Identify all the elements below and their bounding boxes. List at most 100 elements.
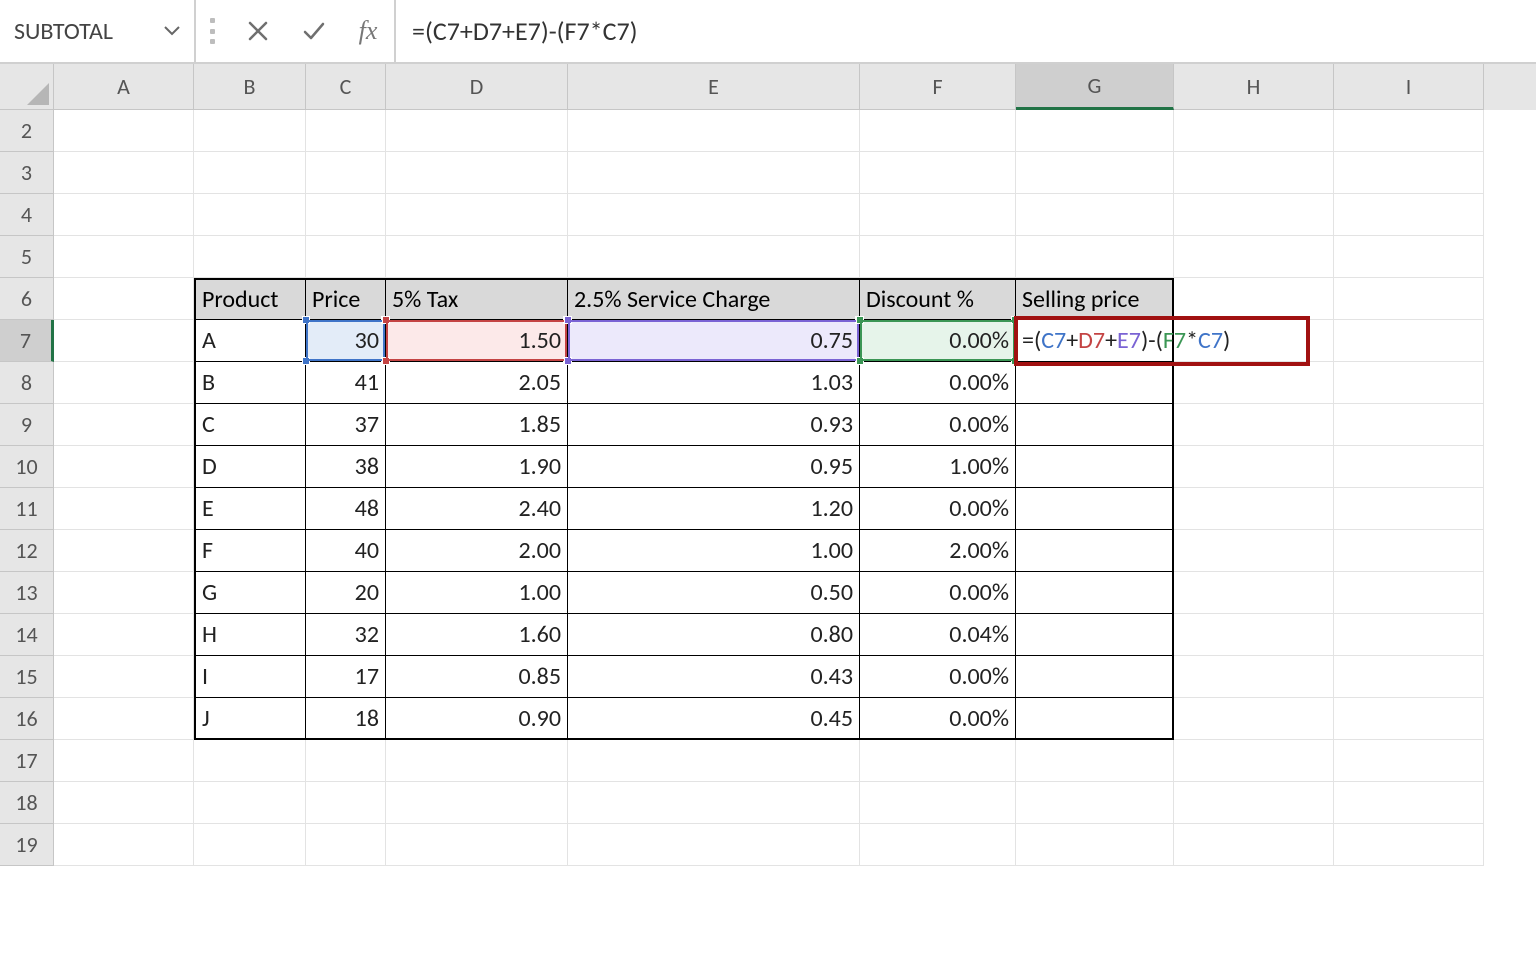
cell[interactable] — [1174, 656, 1334, 698]
cell[interactable] — [1174, 572, 1334, 614]
table-row[interactable]: 0.04% — [860, 614, 1016, 656]
cell-D7[interactable]: 1.50 — [386, 320, 568, 362]
cell-G7-editing[interactable]: =(C7+D7+E7)-(F7*C7) — [1016, 320, 1174, 362]
table-row[interactable]: 38 — [306, 446, 386, 488]
row-header-13[interactable]: 13 — [0, 572, 54, 614]
table-row[interactable]: 0.90 — [386, 698, 568, 740]
table-row[interactable]: 0.00% — [860, 656, 1016, 698]
table-row[interactable]: 2.00% — [860, 530, 1016, 572]
table-row[interactable]: J — [194, 698, 306, 740]
cell[interactable] — [1016, 740, 1174, 782]
table-row[interactable]: E — [194, 488, 306, 530]
cell[interactable] — [1334, 446, 1484, 488]
table-row[interactable]: 1.20 — [568, 488, 860, 530]
cell[interactable] — [306, 236, 386, 278]
cell[interactable] — [1174, 698, 1334, 740]
cell[interactable] — [54, 698, 194, 740]
name-box[interactable]: SUBTOTAL — [0, 0, 196, 62]
cell[interactable] — [54, 404, 194, 446]
row-header-18[interactable]: 18 — [0, 782, 54, 824]
table-row[interactable]: 17 — [306, 656, 386, 698]
table-row[interactable]: 32 — [306, 614, 386, 656]
cell[interactable] — [1016, 194, 1174, 236]
col-header-C[interactable]: C — [306, 64, 386, 110]
cell[interactable] — [54, 740, 194, 782]
row-header-7[interactable]: 7 — [0, 320, 54, 362]
table-row[interactable]: D — [194, 446, 306, 488]
table-header-discount[interactable]: Discount % — [860, 278, 1016, 320]
cell[interactable] — [306, 824, 386, 866]
cell[interactable] — [1174, 824, 1334, 866]
cell[interactable] — [1334, 320, 1484, 362]
enter-button[interactable] — [286, 0, 342, 62]
cell[interactable] — [54, 488, 194, 530]
col-header-E[interactable]: E — [568, 64, 860, 110]
cancel-button[interactable] — [230, 0, 286, 62]
cell[interactable] — [1334, 530, 1484, 572]
cell[interactable] — [194, 236, 306, 278]
cell[interactable] — [1016, 824, 1174, 866]
cell[interactable] — [194, 740, 306, 782]
cell[interactable] — [860, 824, 1016, 866]
table-header-tax[interactable]: 5% Tax — [386, 278, 568, 320]
cell[interactable] — [54, 362, 194, 404]
cell[interactable] — [306, 152, 386, 194]
table-row[interactable]: 1.00% — [860, 446, 1016, 488]
table-row[interactable]: 0.50 — [568, 572, 860, 614]
row-header-19[interactable]: 19 — [0, 824, 54, 866]
table-row[interactable] — [1016, 614, 1174, 656]
cell[interactable] — [1334, 152, 1484, 194]
cell[interactable] — [386, 236, 568, 278]
fx-icon[interactable]: fx — [342, 0, 394, 62]
cell[interactable] — [1016, 152, 1174, 194]
col-header-H[interactable]: H — [1174, 64, 1334, 110]
cell[interactable] — [386, 194, 568, 236]
cell-C7[interactable]: 30 — [306, 320, 386, 362]
table-row[interactable]: 2.40 — [386, 488, 568, 530]
cell[interactable] — [1174, 530, 1334, 572]
table-row[interactable] — [1016, 404, 1174, 446]
table-row[interactable]: B — [194, 362, 306, 404]
cell[interactable] — [1174, 404, 1334, 446]
table-row[interactable]: 18 — [306, 698, 386, 740]
table-row[interactable] — [1016, 656, 1174, 698]
col-header-D[interactable]: D — [386, 64, 568, 110]
table-row[interactable]: 0.43 — [568, 656, 860, 698]
table-row[interactable]: C — [194, 404, 306, 446]
cell[interactable] — [54, 782, 194, 824]
formula-input[interactable]: =(C7+D7+E7)-(F7*C7) — [394, 0, 1536, 62]
row-header-10[interactable]: 10 — [0, 446, 54, 488]
cell[interactable] — [1174, 362, 1334, 404]
cell[interactable] — [54, 278, 194, 320]
cell[interactable] — [386, 152, 568, 194]
row-header-5[interactable]: 5 — [0, 236, 54, 278]
row-header-4[interactable]: 4 — [0, 194, 54, 236]
cell[interactable] — [54, 824, 194, 866]
table-row[interactable]: A — [194, 320, 306, 362]
cell[interactable] — [568, 152, 860, 194]
cell[interactable] — [1174, 614, 1334, 656]
row-header-3[interactable]: 3 — [0, 152, 54, 194]
table-row[interactable] — [1016, 572, 1174, 614]
col-header-F[interactable]: F — [860, 64, 1016, 110]
cell[interactable] — [1334, 614, 1484, 656]
cell[interactable] — [1016, 236, 1174, 278]
spreadsheet-grid[interactable]: A B C D E F G H I 2 3 4 5 6 7 8 9 10 11 … — [0, 64, 1536, 866]
table-header-service[interactable]: 2.5% Service Charge — [568, 278, 860, 320]
cell[interactable] — [1174, 446, 1334, 488]
table-header-product[interactable]: Product — [194, 278, 306, 320]
table-row[interactable]: 0.00% — [860, 404, 1016, 446]
cell[interactable] — [1174, 488, 1334, 530]
cell[interactable] — [306, 194, 386, 236]
cell[interactable] — [1334, 656, 1484, 698]
cell[interactable] — [568, 740, 860, 782]
table-row[interactable]: 0.00% — [860, 488, 1016, 530]
cell[interactable] — [1174, 782, 1334, 824]
cell[interactable] — [568, 194, 860, 236]
cell[interactable] — [54, 236, 194, 278]
cell[interactable] — [568, 236, 860, 278]
cell-F7[interactable]: 0.00% — [860, 320, 1016, 362]
cell-E7[interactable]: 0.75 — [568, 320, 860, 362]
cell[interactable] — [386, 110, 568, 152]
cell[interactable] — [860, 110, 1016, 152]
